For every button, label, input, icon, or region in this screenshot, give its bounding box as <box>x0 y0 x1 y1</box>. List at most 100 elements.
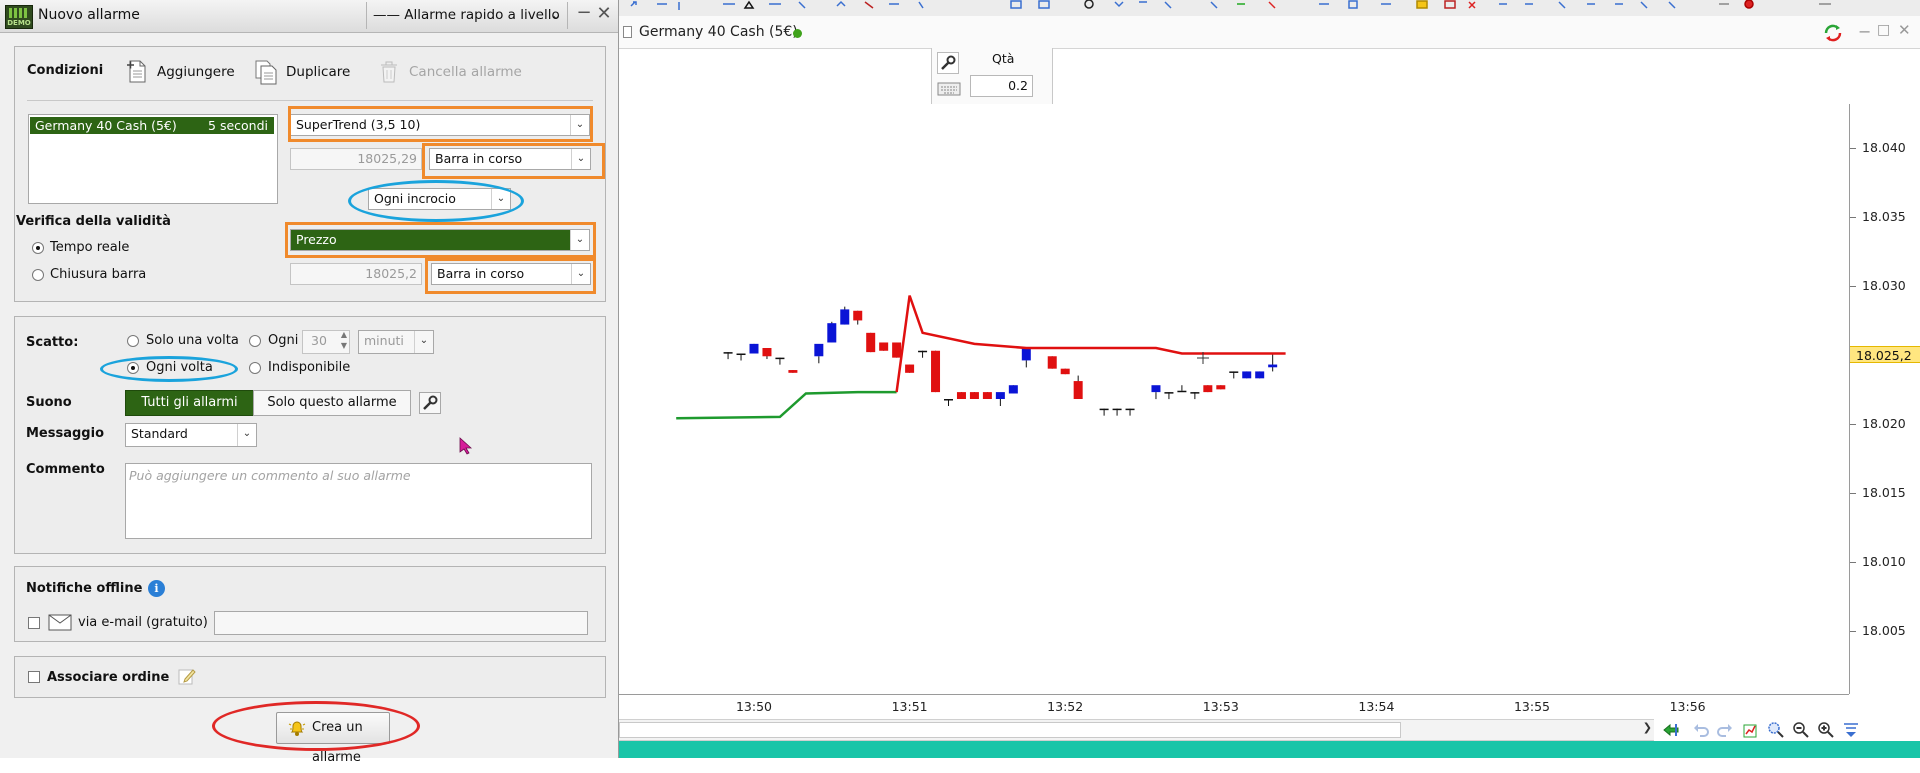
edit-pencil-icon[interactable] <box>177 666 197 690</box>
quantity-label: Qtà <box>992 51 1015 66</box>
candle-body <box>814 343 824 357</box>
candlestick-series <box>723 306 1278 416</box>
price-tick-label: 18.040 <box>1850 140 1906 156</box>
horizontal-scrollbar[interactable]: ❯ <box>619 719 1654 741</box>
candle-body <box>1268 364 1278 368</box>
price-tick-label: 18.015 <box>1850 485 1906 501</box>
candle-body <box>788 370 798 373</box>
refresh-icon[interactable] <box>1822 22 1844 48</box>
sound-label: Suono <box>26 395 72 410</box>
realtime-radio[interactable] <box>32 242 44 254</box>
chart-zoom-fit-icon[interactable] <box>1742 721 1760 739</box>
price-tick-label: 18.030 <box>1850 278 1906 294</box>
live-status-icon <box>793 29 802 38</box>
delete-label: Cancella allarme <box>409 64 522 80</box>
every-interval-radio[interactable] <box>249 335 261 347</box>
conditions-heading: Condizioni <box>27 63 104 78</box>
candle-body <box>1099 408 1109 411</box>
zoom-out-icon[interactable] <box>1792 721 1810 739</box>
unavailable-radio[interactable] <box>249 362 261 374</box>
demo-logo-icon: DEMO <box>5 5 33 29</box>
comment-textarea[interactable]: Può aggiungere un commento al suo allarm… <box>125 463 592 539</box>
annotation-circle-create <box>212 701 420 751</box>
email-checkbox[interactable] <box>28 617 40 629</box>
delete-alert-button[interactable]: Cancella allarme <box>377 57 522 87</box>
candle-body <box>866 332 876 353</box>
interval-unit-select[interactable]: minuti ⌄ <box>358 330 434 354</box>
candle-body <box>1177 390 1187 393</box>
candle-body <box>1216 385 1226 390</box>
price-tick-label: 18.010 <box>1850 554 1906 570</box>
candle-body <box>892 342 902 358</box>
interval-spinner[interactable]: 30 ▲ ▼ <box>302 330 350 354</box>
email-field[interactable] <box>214 611 588 635</box>
close-icon[interactable]: ✕ <box>1898 21 1911 39</box>
add-condition-button[interactable]: Aggiungere <box>125 57 235 87</box>
annotation-highlight-price <box>285 222 596 258</box>
time-tick-label: 13:54 <box>1358 699 1395 714</box>
scroll-right-arrow-icon[interactable]: ❯ <box>1643 721 1652 734</box>
minimize-icon[interactable]: − <box>576 4 592 22</box>
quantity-input[interactable]: 0.2 <box>970 75 1033 97</box>
associate-order-checkbox[interactable] <box>28 671 40 683</box>
scroll-down-icon[interactable] <box>1842 721 1860 739</box>
once-radio[interactable] <box>127 335 139 347</box>
order-settings-button[interactable] <box>937 52 959 74</box>
time-tick-label: 13:53 <box>1202 699 1239 714</box>
quick-alert-dropdown[interactable]: —— Allarme rapido a livello ⌄ <box>366 2 568 29</box>
undo-icon[interactable] <box>1692 721 1710 739</box>
go-to-end-icon[interactable] <box>1662 721 1680 739</box>
candle-body <box>1112 408 1122 411</box>
toolbar-icons-strip[interactable] <box>619 0 1920 16</box>
associate-order-label: Associare ordine <box>47 670 170 685</box>
candle-body <box>1229 371 1239 373</box>
current-price-tag: 18.025,2 <box>1850 345 1920 363</box>
alert-list-item[interactable]: Germany 40 Cash (5€) 5 secondi <box>30 117 274 134</box>
info-icon[interactable]: i <box>148 580 165 597</box>
scrollbar-thumb[interactable] <box>619 722 1401 738</box>
duplicate-icon <box>254 59 278 85</box>
time-tick-label: 13:52 <box>1047 699 1084 714</box>
candle-body <box>969 392 979 399</box>
time-axis[interactable]: 13:50 13:51 13:52 13:53 13:54 13:55 13:56 <box>619 694 1849 719</box>
wrench-icon <box>423 395 438 410</box>
maximize-icon[interactable]: □ <box>1877 22 1890 38</box>
candle-body <box>736 353 746 356</box>
price-axis[interactable]: 18.040 18.035 18.030 18.020 18.015 18.010 18.0… <box>1849 104 1920 694</box>
keyboard-icon[interactable] <box>937 81 961 101</box>
order-quantity-panel: Qtà 0.2 <box>931 48 1053 104</box>
redo-icon[interactable] <box>1716 721 1734 739</box>
dialog-title: Nuovo allarme <box>38 7 140 23</box>
message-select[interactable]: Standard ⌄ <box>125 423 257 447</box>
this-alert-sound-button[interactable]: Solo questo allarme <box>253 390 411 416</box>
price-value-field: 18025,2 <box>290 263 422 285</box>
candle-body <box>1203 385 1213 393</box>
bar-close-radio[interactable] <box>32 269 44 281</box>
sound-settings-button[interactable] <box>419 392 441 414</box>
candle-body <box>1151 385 1161 393</box>
price-tick-label: 18.035 <box>1850 209 1906 225</box>
add-label: Aggiungere <box>157 64 235 80</box>
zoom-in-icon[interactable] <box>1817 721 1835 739</box>
all-alerts-sound-button[interactable]: Tutti gli allarmi <box>125 390 254 416</box>
trash-icon <box>377 59 401 85</box>
candle-body <box>827 323 837 343</box>
price-tick-label: 18.020 <box>1850 416 1906 432</box>
candle-body <box>879 342 889 351</box>
minimize-icon[interactable]: − <box>1858 22 1871 41</box>
spinner-arrows-icon[interactable]: ▲ ▼ <box>341 329 347 351</box>
duplicate-button[interactable]: Duplicare <box>254 57 350 87</box>
drawing-toolbar[interactable] <box>619 0 1920 17</box>
chart-plot-area[interactable] <box>619 104 1849 694</box>
wrench-icon <box>941 55 956 70</box>
new-alert-dialog: DEMO Nuovo allarme —— Allarme rapido a l… <box>0 0 619 765</box>
close-icon[interactable]: ✕ <box>596 5 612 23</box>
zoom-area-icon[interactable] <box>1767 721 1785 739</box>
toolbar-divider <box>27 100 593 101</box>
dialog-titlebar[interactable]: DEMO Nuovo allarme —— Allarme rapido a l… <box>0 0 618 33</box>
supertrend-line-up <box>676 390 897 420</box>
annotation-highlight-price-bar <box>425 258 596 294</box>
annotation-highlight-indicator <box>288 106 593 142</box>
chart-titlebar[interactable]: Germany 40 Cash (5€) − □ ✕ <box>619 16 1920 49</box>
alert-list[interactable]: Germany 40 Cash (5€) 5 secondi <box>28 114 278 204</box>
